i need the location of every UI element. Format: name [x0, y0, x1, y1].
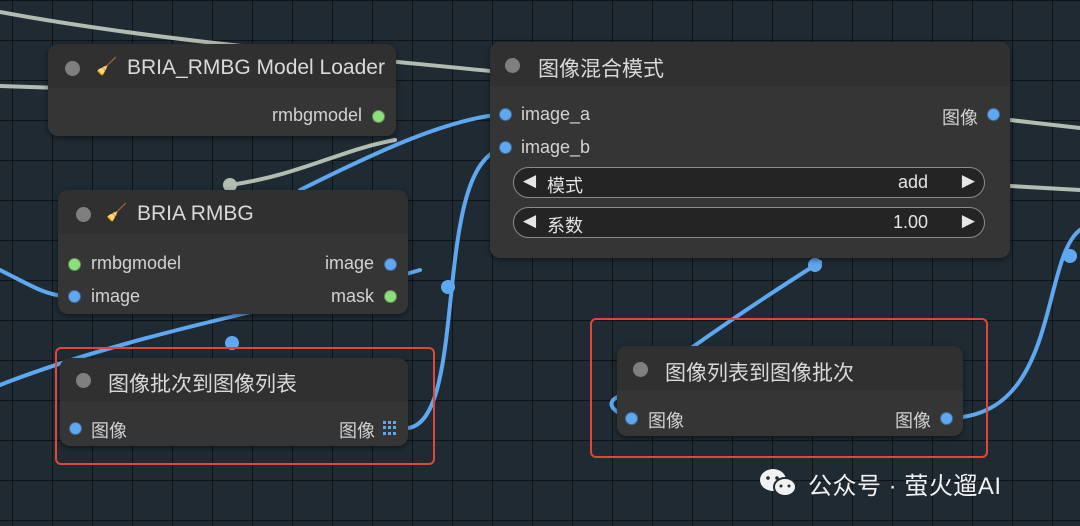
link-model-right — [1008, 118, 1080, 130]
node-bria-rmbg[interactable]: 🧹 BRIA RMBG rmbgmodel image image mask — [58, 190, 408, 314]
node-image-blend[interactable]: 图像混合模式 image_a image_b 图像 ◀ 模式 add ▶ ◀ 系… — [490, 42, 1010, 258]
node-title: BRIA RMBG — [137, 202, 254, 225]
arrow-left-icon[interactable]: ◀ — [523, 211, 536, 231]
widget-label-factor: 系数 — [547, 216, 583, 236]
widget-value-factor: 1.00 — [892, 212, 928, 232]
link-model-right-2 — [1008, 184, 1080, 192]
node-title-bar[interactable]: 图像混合模式 — [490, 42, 1010, 86]
node-title-bar[interactable]: 🧹 BRIA_RMBG Model Loader — [48, 44, 396, 88]
link-model-feed — [228, 138, 397, 187]
node-title-bar[interactable]: 🧹 BRIA RMBG — [58, 190, 408, 234]
broom-icon: 🧹 — [96, 57, 118, 76]
highlight-box-batch-to-list — [55, 347, 435, 465]
watermark-text: 公众号 · 萤火遛AI — [808, 473, 1002, 500]
input-label-image-a: image_a — [521, 104, 591, 124]
link-midpoint — [1063, 249, 1077, 263]
node-title: BRIA_RMBG Model Loader — [127, 56, 385, 79]
widget-label-mode: 模式 — [547, 176, 583, 196]
arrow-left-icon[interactable]: ◀ — [523, 171, 536, 191]
collapse-dot-icon[interactable] — [505, 58, 520, 73]
node-title: 图像混合模式 — [538, 58, 664, 81]
collapse-dot-icon[interactable] — [76, 207, 91, 222]
output-slot-image[interactable] — [987, 108, 1000, 121]
widget-value-mode: add — [897, 172, 928, 192]
output-slot-image[interactable] — [384, 258, 397, 271]
input-slot-image-b[interactable] — [499, 141, 512, 154]
output-label-image: image — [324, 253, 374, 273]
input-slot-image-a[interactable] — [499, 108, 512, 121]
link-image-in-left — [0, 268, 67, 298]
broom-icon: 🧹 — [106, 203, 128, 222]
highlight-box-list-to-batch — [590, 318, 988, 458]
wechat-icon — [760, 469, 797, 497]
output-slot-mask[interactable] — [384, 290, 397, 303]
input-slot-rmbgmodel[interactable] — [68, 258, 81, 271]
link-midpoint — [808, 258, 822, 272]
input-slot-image[interactable] — [68, 290, 81, 303]
output-label-image: 图像 — [942, 108, 978, 128]
node-model-loader[interactable]: 🧹 BRIA_RMBG Model Loader rmbgmodel — [48, 44, 396, 136]
input-label-rmbgmodel: rmbgmodel — [91, 253, 182, 273]
input-label-image-b: image_b — [521, 137, 591, 157]
output-label-rmbgmodel: rmbgmodel — [271, 105, 362, 125]
arrow-right-icon[interactable]: ▶ — [962, 211, 975, 231]
output-label-mask: mask — [330, 286, 374, 306]
link-midpoint — [441, 280, 455, 294]
collapse-dot-icon[interactable] — [65, 61, 80, 76]
arrow-right-icon[interactable]: ▶ — [962, 171, 975, 191]
mode-combo-widget[interactable]: ◀ 模式 add ▶ — [513, 167, 985, 198]
input-label-image: image — [91, 286, 141, 306]
output-slot-rmbgmodel[interactable] — [372, 110, 385, 123]
factor-number-widget[interactable]: ◀ 系数 1.00 ▶ — [513, 207, 985, 238]
